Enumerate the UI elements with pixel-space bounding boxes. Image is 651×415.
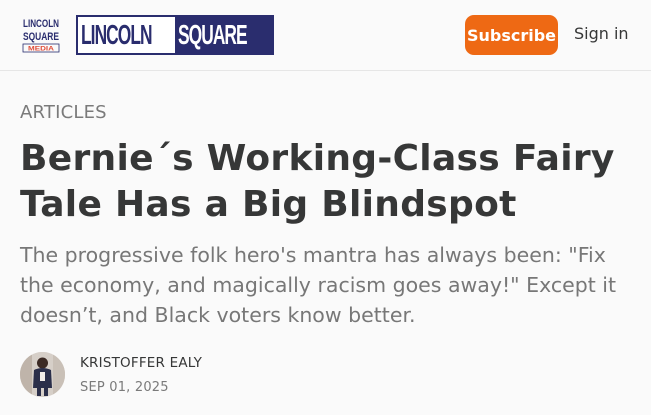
site-header: LINCOLN SQUARE MEDIA LINCOLN SQUARE Subs…	[0, 0, 651, 71]
wordmark-lincoln: LINCOLN	[81, 19, 153, 50]
author-name[interactable]: KRISTOFFER EALY	[80, 355, 202, 371]
subscribe-button[interactable]: Subscribe	[465, 15, 558, 55]
logo-small-line-2: SQUARE	[23, 31, 59, 43]
lincoln-square-media-logo[interactable]: LINCOLN SQUARE MEDIA	[22, 16, 60, 53]
lincoln-square-wordmark[interactable]: LINCOLN SQUARE	[76, 15, 274, 55]
post-date: SEP 01, 2025	[80, 380, 169, 395]
article-title: Bernie´s Working-Class Fairy Tale Has a …	[20, 138, 615, 225]
author-photo-icon	[20, 352, 65, 397]
sign-in-link[interactable]: Sign in	[574, 24, 629, 43]
wordmark-square: SQUARE	[178, 19, 248, 50]
wordmark-left-panel: LINCOLN	[78, 17, 175, 53]
logo-small-line-1: LINCOLN	[23, 18, 59, 30]
section-label[interactable]: ARTICLES	[20, 102, 107, 123]
author-avatar[interactable]	[20, 352, 65, 397]
article-subtitle: The progressive folk hero's mantra has a…	[20, 243, 617, 327]
logo-small-line-3: MEDIA	[28, 47, 55, 53]
wordmark-right-panel: SQUARE	[175, 17, 272, 53]
